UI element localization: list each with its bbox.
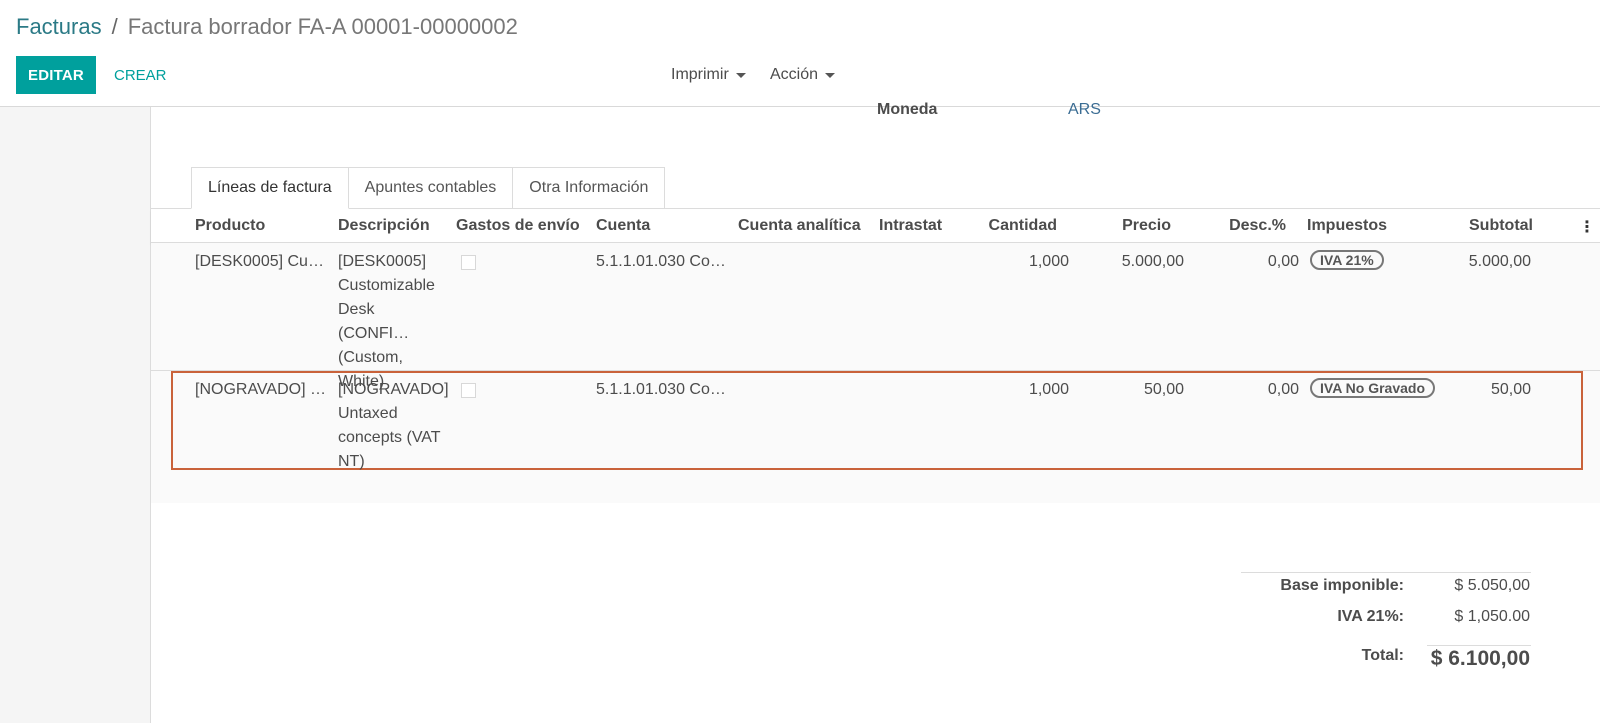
breadcrumb: Facturas / Factura borrador FA-A 00001-0… (16, 14, 518, 40)
base-amount-label: Base imponible: (1280, 577, 1404, 594)
tab-other-info[interactable]: Otra Información (513, 167, 666, 209)
edit-button[interactable]: EDITAR (16, 56, 96, 94)
cell-product[interactable]: [NOGRAVADO] Conceptos no gravados (195, 378, 330, 402)
breadcrumb-current: Factura borrador FA-A 00001-00000002 (127, 14, 518, 39)
cell-account[interactable]: 5.1.1.01.030 Costo de mercaderías vendid… (596, 378, 726, 402)
action-dropdown-label: Acción (770, 66, 819, 83)
form-sheet: Moneda ARS Líneas de factura Apuntes con… (150, 101, 1600, 723)
base-amount-value: $ 5.050,00 (1454, 577, 1530, 594)
currency-value[interactable]: ARS (1068, 101, 1101, 119)
column-header-discount[interactable]: Desc.% (1229, 217, 1286, 235)
control-panel: Facturas / Factura borrador FA-A 00001-0… (0, 0, 1600, 107)
tax-badge: IVA 21% (1310, 250, 1384, 270)
cell-subtotal: 5.000,00 (1468, 253, 1531, 270)
cell-subtotal: 50,00 (1490, 381, 1531, 398)
breadcrumb-separator: / (111, 14, 118, 39)
create-button[interactable]: CREAR (104, 56, 177, 94)
column-header-description[interactable]: Descripción (338, 217, 430, 235)
shipping-checkbox[interactable] (461, 255, 476, 270)
cell-price[interactable]: 50,00 (1144, 378, 1184, 402)
tab-journal-items[interactable]: Apuntes contables (348, 167, 514, 209)
tax-amount-value: $ 1,050.00 (1454, 608, 1530, 625)
form-content: Moneda ARS Líneas de factura Apuntes con… (0, 101, 1600, 723)
cell-product[interactable]: [DESK0005] Customizable Desk (CONFIG) (C… (195, 250, 330, 274)
cell-price[interactable]: 5.000,00 (1122, 250, 1184, 274)
column-header-quantity[interactable]: Cantidad (989, 217, 1057, 235)
print-dropdown[interactable]: Imprimir (671, 56, 746, 94)
notebook-tabs: Líneas de factura Apuntes contables Otra… (191, 167, 666, 209)
cell-discount[interactable]: 0,00 (1268, 250, 1299, 274)
column-header-taxes[interactable]: Impuestos (1307, 217, 1387, 235)
column-header-intrastat[interactable]: Intrastat (879, 217, 942, 235)
action-dropdown[interactable]: Acción (770, 56, 836, 94)
column-header-account[interactable]: Cuenta (596, 217, 650, 235)
cell-discount[interactable]: 0,00 (1268, 378, 1299, 402)
table-header: Producto Descripción Gastos de envío Cue… (151, 209, 1600, 243)
tax-badge: IVA No Gravado (1310, 378, 1436, 398)
caret-down-icon (735, 73, 746, 78)
invoice-lines-table: Producto Descripción Gastos de envío Cue… (151, 209, 1600, 503)
currency-label: Moneda (877, 101, 938, 118)
column-header-analytic-account[interactable]: Cuenta analítica (738, 217, 861, 235)
cell-quantity[interactable]: 1,000 (1029, 250, 1069, 274)
caret-down-icon (825, 73, 836, 78)
shipping-checkbox[interactable] (461, 383, 476, 398)
tab-invoice-lines[interactable]: Líneas de factura (191, 167, 349, 209)
cell-quantity[interactable]: 1,000 (1029, 378, 1069, 402)
column-header-shipping[interactable]: Gastos de envío (456, 217, 580, 235)
print-dropdown-label: Imprimir (671, 66, 729, 83)
tax-amount-label: IVA 21%: (1337, 608, 1404, 625)
column-header-price[interactable]: Precio (1122, 217, 1171, 235)
total-value: $ 6.100,00 (1430, 647, 1530, 670)
total-divider (1427, 645, 1531, 646)
table-row[interactable]: [NOGRAVADO] Conceptos no gravados [NOGRA… (151, 371, 1600, 470)
total-label: Total: (1361, 647, 1404, 664)
cell-account[interactable]: 5.1.1.01.030 Costo de mercaderías vendid… (596, 250, 726, 274)
table-row[interactable]: [DESK0005] Customizable Desk (CONFIG) (C… (151, 243, 1600, 390)
optional-columns-icon[interactable]: ⋮ (1579, 217, 1595, 237)
totals-divider (1241, 572, 1531, 573)
table-body: [DESK0005] Customizable Desk (CONFIG) (C… (151, 243, 1600, 503)
breadcrumb-invoices-link[interactable]: Facturas (16, 14, 102, 40)
column-header-subtotal[interactable]: Subtotal (1469, 217, 1533, 235)
column-header-product[interactable]: Producto (195, 217, 265, 235)
cell-description[interactable]: [NOGRAVADO] Untaxed concepts (VAT NT) (338, 378, 449, 474)
